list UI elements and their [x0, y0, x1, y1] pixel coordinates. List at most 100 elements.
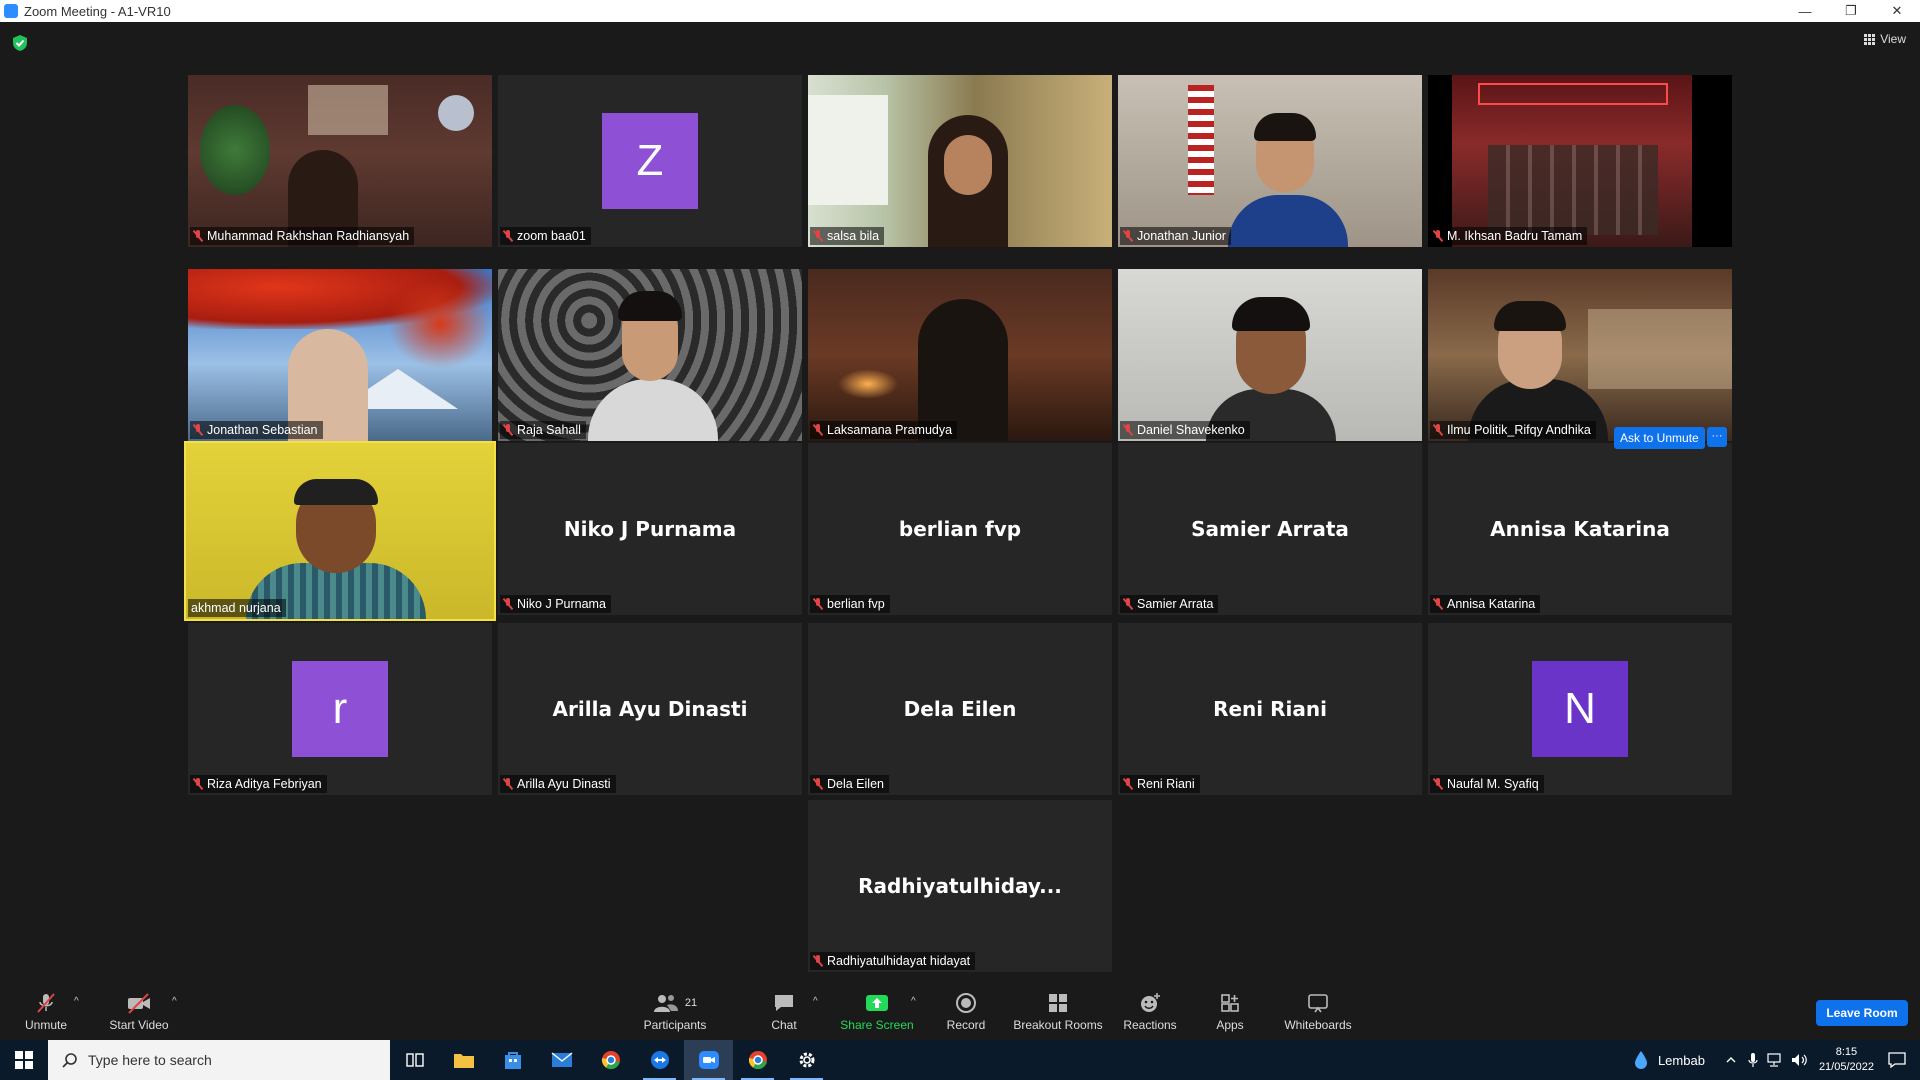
participant-tile[interactable]: Arilla Ayu Dinasti Arilla Ayu Dinasti	[498, 623, 802, 795]
mic-muted-icon	[813, 424, 823, 436]
file-explorer-button[interactable]	[439, 1040, 488, 1080]
video-feed	[808, 269, 1112, 441]
whiteboards-button[interactable]: Whiteboards	[1282, 978, 1354, 1040]
share-screen-button[interactable]: Share Screen	[840, 978, 914, 1040]
window-title: Zoom Meeting - A1-VR10	[24, 3, 171, 19]
close-button[interactable]: ✕	[1874, 0, 1920, 22]
mail-icon	[551, 1052, 572, 1067]
share-options-caret[interactable]: ^	[911, 996, 916, 1007]
store-button[interactable]	[488, 1040, 537, 1080]
participant-name: berlian fvp	[827, 597, 885, 611]
chat-options-caret[interactable]: ^	[813, 996, 818, 1007]
start-button[interactable]	[0, 1040, 48, 1080]
participant-tile[interactable]: Laksamana Pramudya	[808, 269, 1112, 441]
apps-button[interactable]: Apps	[1210, 978, 1250, 1040]
taskbar-search[interactable]: Type here to search	[48, 1040, 390, 1080]
chrome-icon	[601, 1051, 620, 1070]
start-video-button[interactable]: Start Video	[104, 978, 174, 1040]
participant-name: Laksamana Pramudya	[827, 423, 953, 437]
participant-tile[interactable]: N Naufal M. Syafiq	[1428, 623, 1732, 795]
participant-tile[interactable]: Ilmu Politik_Rifqy Andhika	[1428, 269, 1732, 441]
participant-tile[interactable]: Jonathan Sebastian	[188, 269, 492, 441]
mic-muted-icon	[1433, 230, 1443, 242]
participant-name: Samier Arrata	[1137, 597, 1214, 611]
record-label: Record	[946, 1018, 986, 1032]
mic-muted-icon	[193, 424, 203, 436]
participant-name: Naufal M. Syafiq	[1447, 777, 1539, 791]
chat-button[interactable]: Chat	[764, 978, 804, 1040]
audio-options-caret[interactable]: ^	[74, 996, 79, 1007]
zoom-icon	[698, 1051, 719, 1069]
participant-tile[interactable]: Annisa Katarina Annisa Katarina	[1428, 443, 1732, 615]
ask-to-unmute-button[interactable]: Ask to Unmute	[1614, 427, 1705, 449]
participant-name: Dela Eilen	[827, 777, 884, 791]
participant-tile[interactable]: Raja Sahall	[498, 269, 802, 441]
participant-tile[interactable]: Samier Arrata Samier Arrata	[1118, 443, 1422, 615]
participant-name: zoom baa01	[517, 229, 586, 243]
chevron-up-icon[interactable]	[1725, 1054, 1737, 1066]
avatar: Z	[602, 113, 698, 209]
clock[interactable]: 8:15 21/05/2022	[1819, 1045, 1874, 1075]
participants-icon	[653, 995, 678, 1012]
participant-tile[interactable]: Dela Eilen Dela Eilen	[808, 623, 1112, 795]
participant-tile[interactable]: Radhiyatulhiday... Radhiyatulhidayat hid…	[808, 800, 1112, 972]
participant-tile[interactable]: Z zoom baa01	[498, 75, 802, 247]
mail-button[interactable]	[537, 1040, 586, 1080]
participant-name: Jonathan Sebastian	[207, 423, 318, 437]
participant-tile[interactable]: berlian fvp berlian fvp	[808, 443, 1112, 615]
more-options-button[interactable]: ···	[1707, 427, 1727, 447]
participant-display-name: Samier Arrata	[1191, 517, 1349, 541]
weather-label[interactable]: Lembab	[1658, 1053, 1705, 1068]
chat-icon	[775, 995, 793, 1011]
encryption-shield-icon[interactable]	[12, 34, 28, 52]
participant-tile[interactable]: Daniel Shavekenko	[1118, 269, 1422, 441]
participant-tile[interactable]: r Riza Aditya Febriyan	[188, 623, 492, 795]
chrome-profile-button[interactable]	[733, 1040, 782, 1080]
zoom-taskbar-button[interactable]	[684, 1040, 733, 1080]
video-options-caret[interactable]: ^	[172, 996, 177, 1007]
participant-tile[interactable]: salsa bila	[808, 75, 1112, 247]
meeting-controls: Unmute ^ Start Video ^ 21 Participants C…	[0, 978, 1920, 1040]
participants-button[interactable]: 21 Participants	[640, 978, 710, 1040]
leave-room-button[interactable]: Leave Room	[1816, 1000, 1908, 1026]
mic-muted-icon	[1433, 778, 1443, 790]
grid-view-icon	[1864, 33, 1876, 45]
mic-muted-icon	[1433, 598, 1443, 610]
settings-button[interactable]	[782, 1040, 831, 1080]
task-view-button[interactable]	[390, 1040, 439, 1080]
participant-tile-active-speaker[interactable]: akhmad nurjana	[184, 441, 496, 621]
gear-icon	[799, 1052, 814, 1068]
participant-tile[interactable]: Niko J Purnama Niko J Purnama	[498, 443, 802, 615]
search-icon	[62, 1053, 77, 1068]
reactions-label: Reactions	[1123, 1018, 1177, 1032]
network-icon[interactable]	[1767, 1053, 1783, 1067]
minimize-button[interactable]: —	[1782, 0, 1828, 22]
participant-display-name: berlian fvp	[898, 517, 1022, 541]
share-screen-label: Share Screen	[840, 1018, 914, 1032]
unmute-button[interactable]: Unmute	[18, 978, 74, 1040]
participant-name: Radhiyatulhidayat hidayat	[827, 954, 971, 968]
chrome-button[interactable]	[586, 1040, 635, 1080]
apps-label: Apps	[1216, 1018, 1244, 1032]
restore-button[interactable]: ❐	[1828, 0, 1874, 22]
video-feed	[188, 269, 492, 441]
video-feed	[1118, 269, 1422, 441]
participant-tile[interactable]: M. Ikhsan Badru Tamam	[1428, 75, 1732, 247]
participant-tile[interactable]: Reni Riani Reni Riani	[1118, 623, 1422, 795]
participant-tile[interactable]: Muhammad Rakhshan Radhiansyah	[188, 75, 492, 247]
video-feed	[1428, 75, 1732, 247]
teamviewer-button[interactable]	[635, 1040, 684, 1080]
participant-name: Arilla Ayu Dinasti	[517, 777, 611, 791]
reactions-button[interactable]: Reactions	[1122, 978, 1178, 1040]
participant-name: Niko J Purnama	[517, 597, 606, 611]
view-button[interactable]: View	[1864, 32, 1906, 46]
microphone-icon[interactable]	[1747, 1052, 1759, 1068]
chat-label: Chat	[771, 1018, 797, 1032]
system-tray: Lembab 8:15 21/05/2022	[1632, 1040, 1920, 1080]
participant-tile[interactable]: Jonathan Junior	[1118, 75, 1422, 247]
volume-icon[interactable]	[1791, 1053, 1809, 1067]
record-button[interactable]: Record	[940, 978, 992, 1040]
breakout-rooms-button[interactable]: Breakout Rooms	[1012, 978, 1104, 1040]
notifications-icon[interactable]	[1888, 1052, 1906, 1068]
participant-name: M. Ikhsan Badru Tamam	[1447, 229, 1583, 243]
